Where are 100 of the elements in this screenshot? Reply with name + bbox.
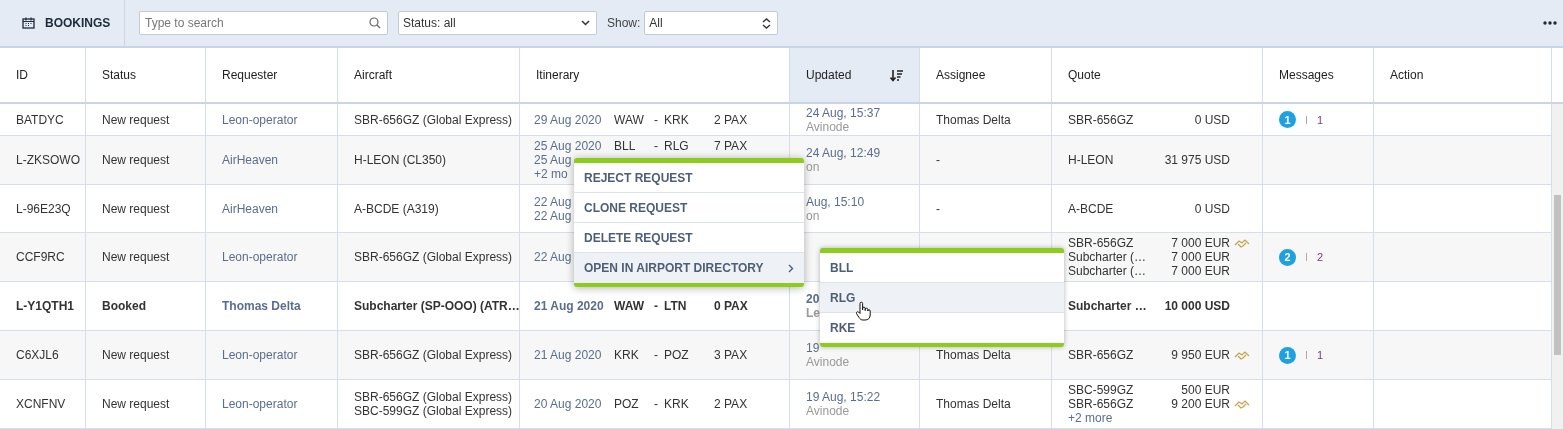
itinerary-date: 25 Aug bbox=[534, 153, 573, 167]
more-link[interactable]: +2 more bbox=[1068, 411, 1113, 425]
column-header[interactable]: Requester bbox=[206, 48, 338, 102]
table-cell: L-Y1QTH1 bbox=[16, 299, 74, 313]
menu-item[interactable]: RKE bbox=[820, 313, 1064, 343]
status-dropdown[interactable]: Status: all bbox=[398, 11, 597, 35]
itinerary-date: 25 Aug 2020 bbox=[534, 139, 603, 153]
table-cell: New request bbox=[102, 112, 170, 127]
updated-source: Avinode bbox=[806, 404, 850, 418]
itinerary-separator: - bbox=[654, 112, 659, 127]
table-cell: - bbox=[936, 153, 940, 167]
table-cell: New request bbox=[102, 153, 170, 167]
sort-icon bbox=[890, 68, 903, 82]
itinerary-airport: KRK bbox=[664, 397, 690, 411]
menu-item[interactable]: RLG bbox=[820, 283, 1064, 313]
quote-aircraft: H-LEON bbox=[1068, 153, 1115, 167]
message-count: 1 bbox=[1317, 348, 1324, 362]
column-header[interactable]: Assignee bbox=[920, 48, 1052, 102]
itinerary-airport: BLL bbox=[614, 139, 637, 153]
handshake-icon bbox=[1234, 399, 1250, 409]
chevron-down-icon bbox=[581, 20, 590, 26]
itinerary-airport: RLG bbox=[664, 139, 690, 153]
quote-price: 0 USD bbox=[1194, 201, 1230, 216]
sort-arrows-icon bbox=[762, 17, 772, 29]
message-badge: 2 bbox=[1279, 248, 1296, 266]
menu-item[interactable]: BLL bbox=[820, 253, 1064, 283]
itinerary-date: 22 Aug bbox=[534, 208, 573, 223]
handshake-icon bbox=[1234, 238, 1250, 248]
handshake-icon bbox=[1234, 350, 1250, 360]
quote-price: 7 000 EUR bbox=[1171, 250, 1230, 264]
table-cell: CCF9RC bbox=[16, 250, 65, 264]
itinerary-pax: 7 PAX bbox=[714, 139, 748, 153]
table-cell: H-LEON (CL350) bbox=[354, 153, 447, 167]
table-cell: SBR-656GZ (Global Express) bbox=[354, 348, 513, 362]
updated-time: 24 Aug, 12:49 bbox=[806, 146, 881, 160]
table-cell: AirHeaven bbox=[222, 153, 279, 167]
column-header[interactable]: Aircraft bbox=[338, 48, 520, 102]
menu-item[interactable]: CLONE REQUEST bbox=[574, 193, 804, 223]
menu-item[interactable]: REJECT REQUEST bbox=[574, 163, 804, 193]
itinerary-airport: POZ bbox=[664, 348, 690, 362]
updated-source: Avinode bbox=[806, 355, 850, 369]
table-cell: New request bbox=[102, 250, 170, 264]
message-count: 2 bbox=[1317, 250, 1324, 264]
updated-source: on bbox=[806, 160, 820, 174]
show-dropdown[interactable]: All bbox=[644, 11, 779, 35]
itinerary-date: 20 Aug 2020 bbox=[534, 397, 603, 411]
message-badge: 1 bbox=[1279, 111, 1296, 128]
search-field[interactable]: Type to search bbox=[139, 11, 388, 35]
show-label: Show: bbox=[607, 16, 641, 30]
updated-time: 20 bbox=[806, 292, 820, 306]
column-header[interactable]: Quote bbox=[1052, 48, 1263, 102]
column-header[interactable]: ID bbox=[0, 48, 86, 102]
scrollbar[interactable] bbox=[1552, 104, 1563, 429]
quote-aircraft: A-BCDE bbox=[1068, 201, 1115, 216]
table-cell: Leon-operator bbox=[222, 348, 298, 362]
table-cell: Leon-operator bbox=[222, 397, 298, 411]
itinerary-separator: - bbox=[654, 348, 659, 362]
itinerary-airport: KRK bbox=[614, 348, 640, 362]
column-header[interactable]: Status bbox=[86, 48, 206, 102]
table-cell: Booked bbox=[102, 299, 146, 313]
table-cell: BATDYC bbox=[16, 112, 64, 127]
quote-aircraft: Subcharter (… bbox=[1068, 250, 1148, 264]
itinerary-airport: POZ bbox=[614, 397, 640, 411]
itinerary-separator: - bbox=[654, 299, 659, 313]
quote-price: 10 000 USD bbox=[1164, 299, 1230, 313]
quote-price: 9 200 EUR bbox=[1171, 397, 1230, 411]
updated-source: Le bbox=[806, 306, 820, 320]
quote-aircraft: Subcharter (… bbox=[1068, 264, 1148, 278]
more-icon[interactable] bbox=[1543, 21, 1557, 25]
table-cell: XCNFNV bbox=[16, 397, 66, 411]
table-cell: New request bbox=[102, 397, 170, 411]
quote-aircraft: SBR-656GZ bbox=[1068, 112, 1135, 127]
table-cell: A-BCDE (A319) bbox=[354, 201, 439, 216]
page-title: BOOKINGS bbox=[45, 16, 111, 30]
table-cell: C6XJL6 bbox=[16, 348, 59, 362]
table-cell: Thomas Delta bbox=[936, 112, 1011, 127]
calendar-icon bbox=[22, 17, 35, 29]
itinerary-airport: KRK bbox=[664, 112, 690, 127]
table-cell: Thomas Delta bbox=[936, 397, 1011, 411]
quote-price: 31 975 USD bbox=[1164, 153, 1230, 167]
itinerary-pax: 2 PAX bbox=[714, 112, 748, 127]
hand-cursor-icon bbox=[855, 301, 871, 321]
table-cell: New request bbox=[102, 348, 170, 362]
column-header[interactable]: Messages bbox=[1263, 48, 1374, 102]
message-count: 1 bbox=[1317, 112, 1324, 127]
menu-item[interactable]: OPEN IN AIRPORT DIRECTORY bbox=[574, 253, 804, 283]
table-cell: - bbox=[936, 201, 940, 216]
table-cell: L-ZKSOWO bbox=[16, 153, 80, 167]
itinerary-pax: 2 PAX bbox=[714, 397, 748, 411]
quote-price: 9 950 EUR bbox=[1171, 348, 1230, 362]
column-header[interactable]: Action bbox=[1374, 48, 1552, 102]
itinerary-separator: - bbox=[654, 397, 659, 411]
table-cell: Leon-operator bbox=[222, 250, 298, 264]
quote-price: 0 USD bbox=[1194, 112, 1230, 127]
column-header[interactable]: Updated bbox=[790, 48, 920, 102]
itinerary-date: 21 Aug 2020 bbox=[534, 299, 605, 313]
itinerary-airport: LTN bbox=[664, 299, 688, 313]
itinerary-date: 22 Aug bbox=[534, 250, 573, 264]
message-badge: 1 bbox=[1279, 346, 1296, 364]
menu-item[interactable]: DELETE REQUEST bbox=[574, 223, 804, 253]
